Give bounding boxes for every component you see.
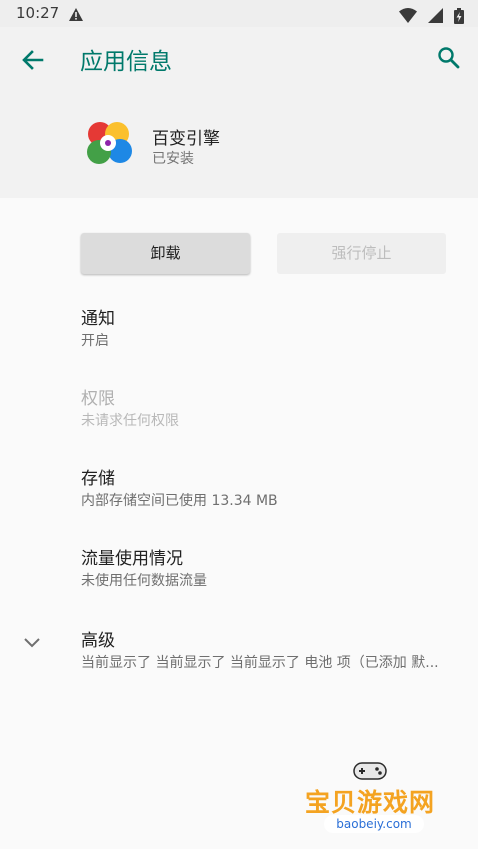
setting-advanced[interactable]: 高级 当前显示了 当前显示了 当前显示了 电池 项（已添加 默... bbox=[0, 626, 478, 698]
setting-storage[interactable]: 存储 内部存储空间已使用 13.34 MB bbox=[0, 464, 478, 536]
warning-icon bbox=[69, 6, 83, 25]
app-logo-icon bbox=[82, 118, 134, 170]
status-time: 10:27 bbox=[16, 4, 60, 22]
setting-summary: 未请求任何权限 bbox=[81, 413, 179, 429]
page-title: 应用信息 bbox=[80, 49, 172, 75]
watermark-logo: 宝贝游戏网 baobeiy.com bbox=[300, 755, 450, 845]
status-icons bbox=[393, 5, 464, 24]
setting-summary: 当前显示了 当前显示了 当前显示了 电池 项（已添加 默... bbox=[81, 655, 439, 671]
setting-permissions[interactable]: 权限 未请求任何权限 bbox=[0, 384, 478, 456]
gamepad-icon bbox=[353, 762, 387, 780]
status-bar: 10:27 bbox=[0, 0, 478, 27]
watermark-url: baobeiy.com bbox=[324, 815, 424, 833]
setting-title: 存储 bbox=[81, 469, 115, 489]
app-install-status: 已安装 bbox=[152, 151, 194, 167]
setting-title: 通知 bbox=[81, 309, 115, 329]
battery-charging-icon bbox=[454, 7, 464, 24]
setting-notifications[interactable]: 通知 开启 bbox=[0, 304, 478, 376]
app-header: 百变引擎 已安装 bbox=[0, 92, 478, 198]
wifi-icon bbox=[398, 8, 417, 23]
setting-summary: 未使用任何数据流量 bbox=[81, 573, 207, 589]
back-arrow-icon[interactable] bbox=[20, 47, 46, 73]
setting-summary: 内部存储空间已使用 13.34 MB bbox=[81, 493, 278, 509]
setting-title: 流量使用情况 bbox=[81, 549, 183, 569]
setting-title: 权限 bbox=[81, 389, 115, 409]
force-stop-button[interactable]: 强行停止 bbox=[277, 233, 446, 274]
app-name: 百变引擎 bbox=[152, 129, 220, 149]
search-icon[interactable] bbox=[436, 45, 462, 71]
watermark-text: 宝贝游戏网 bbox=[305, 788, 436, 817]
setting-summary: 开启 bbox=[81, 333, 109, 349]
uninstall-button[interactable]: 卸载 bbox=[81, 233, 250, 274]
chevron-down-icon bbox=[22, 632, 42, 652]
setting-title: 高级 bbox=[81, 631, 115, 651]
signal-icon bbox=[427, 8, 443, 23]
app-bar: 应用信息 bbox=[0, 27, 478, 92]
setting-data-usage[interactable]: 流量使用情况 未使用任何数据流量 bbox=[0, 544, 478, 616]
